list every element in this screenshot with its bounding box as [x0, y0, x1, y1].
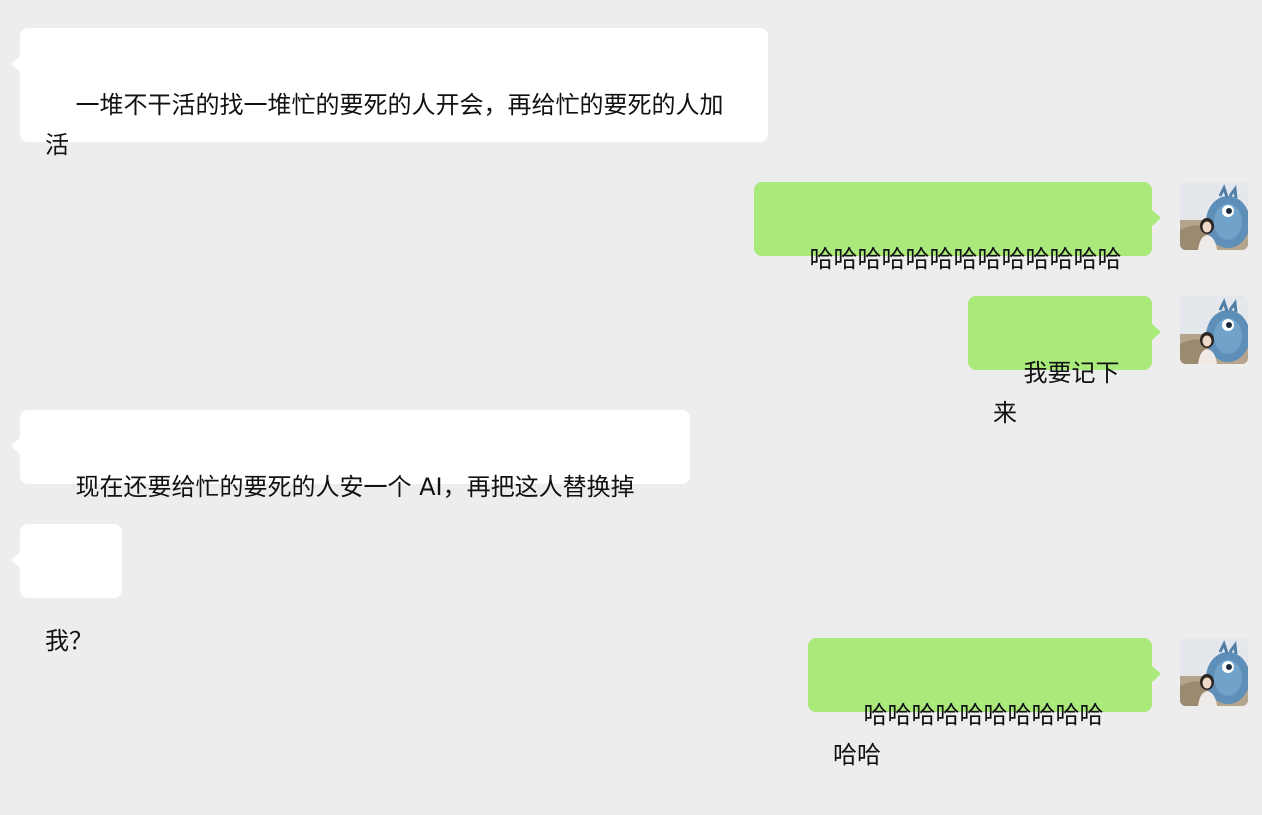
sent-message[interactable]: 我要记下来	[968, 296, 1161, 427]
user-photo-avatar-icon[interactable]	[1180, 296, 1248, 364]
message-text: 哈哈哈哈哈哈哈哈哈哈哈哈	[833, 701, 1104, 769]
message-text: 一堆不干活的找一堆忙的要死的人开会，再给忙的要死的人加活	[45, 91, 724, 159]
received-message[interactable]: 现在还要给忙的要死的人安一个 AI，再把这人替换掉	[11, 410, 690, 501]
received-message[interactable]: 我？	[11, 524, 122, 655]
received-message[interactable]: 一堆不干活的找一堆忙的要死的人开会，再给忙的要死的人加活	[11, 28, 768, 159]
message-text: 我要记下来	[993, 359, 1120, 427]
user-photo-avatar-icon[interactable]	[1180, 182, 1248, 250]
message-text: 现在还要给忙的要死的人安一个 AI，再把这人替换掉	[75, 473, 635, 501]
message-text: 我？	[45, 627, 93, 655]
message-text: 哈哈哈哈哈哈哈哈哈哈哈哈哈	[809, 245, 1122, 273]
user-photo-avatar-icon[interactable]	[1180, 638, 1248, 706]
sent-message[interactable]: 哈哈哈哈哈哈哈哈哈哈哈哈	[808, 638, 1161, 769]
sent-message[interactable]: 哈哈哈哈哈哈哈哈哈哈哈哈哈	[754, 182, 1161, 273]
